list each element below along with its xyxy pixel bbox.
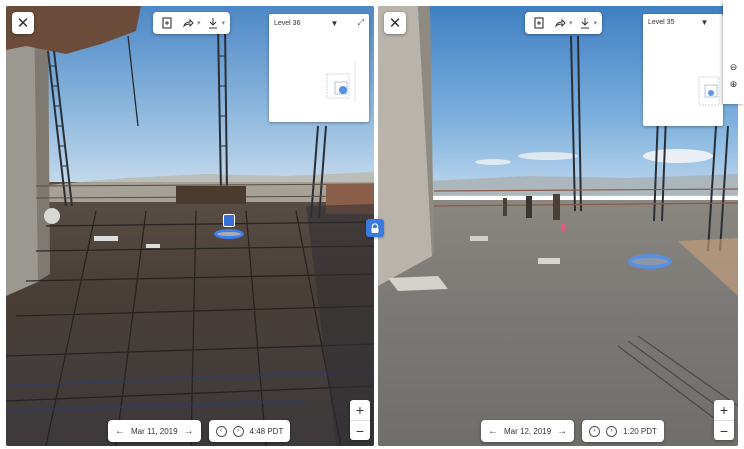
right-minimap[interactable]: Level 35 ▼ (643, 14, 723, 126)
next-capture-icon[interactable]: › (606, 425, 618, 437)
right-level-select[interactable]: Level 35 ▼ (648, 18, 708, 27)
share-icon[interactable] (179, 14, 197, 32)
right-360-view[interactable]: ✕ ▾ ▾ Level 35 ▼ + − ← Mar 12, 2019 → ‹ … (378, 6, 738, 446)
right-date-label[interactable]: Mar 12, 2019 (504, 427, 551, 436)
left-zoom-out-button[interactable]: − (350, 420, 370, 440)
download-caret-icon[interactable]: ▾ (222, 19, 226, 27)
left-zoom-in-button[interactable]: + (350, 400, 370, 420)
right-zoom-controls: + − (714, 400, 734, 440)
expand-icon[interactable]: ⤢ (358, 18, 364, 28)
left-close-button[interactable]: ✕ (12, 12, 34, 34)
right-time-label: 1:20 PDT (623, 426, 657, 436)
prev-capture-icon[interactable]: ‹ (589, 425, 601, 437)
share-caret-icon[interactable]: ▾ (197, 19, 201, 27)
new-note-icon[interactable] (158, 14, 176, 32)
left-time-label: 4:48 PDT (249, 426, 284, 436)
minimap-zoom-out-icon[interactable]: ⊖ (723, 62, 744, 73)
left-level-select[interactable]: Level 36 ▼ (274, 19, 338, 28)
left-date-picker: ← Mar 11, 2019 → (108, 420, 201, 442)
left-capture-pin-icon[interactable] (223, 214, 235, 227)
right-date-picker: ← Mar 12, 2019 → (481, 420, 575, 442)
prev-date-arrow-icon[interactable]: ← (488, 426, 498, 437)
left-floorplan (326, 62, 356, 102)
next-date-arrow-icon[interactable]: → (557, 426, 567, 437)
right-time-picker: ‹ › 1:20 PDT (582, 420, 664, 442)
left-toolbar: ▾ ▾ (153, 12, 231, 34)
chevron-down-icon: ▼ (330, 18, 339, 28)
right-toolbar: ▾ ▾ (525, 12, 603, 34)
minimap-zoom-panel: ⊖ ⊕ (723, 0, 744, 104)
download-icon[interactable] (204, 14, 222, 32)
share-icon[interactable] (551, 14, 569, 32)
right-nav-target[interactable] (628, 254, 672, 269)
prev-date-arrow-icon[interactable]: ← (115, 426, 125, 437)
download-icon[interactable] (576, 14, 594, 32)
left-time-picker: ‹ › 4:48 PDT (208, 420, 291, 442)
minimap-zoom-in-icon[interactable]: ⊕ (723, 79, 744, 90)
left-date-bar: ← Mar 11, 2019 → ‹ › 4:48 PDT (108, 420, 291, 442)
left-360-view[interactable]: ✕ ▾ ▾ Level 36 ▼ ⤢ + − ← Mar 11, 2019 → … (6, 6, 374, 446)
next-capture-icon[interactable]: › (232, 425, 244, 437)
new-note-icon[interactable] (530, 14, 548, 32)
next-date-arrow-icon[interactable]: → (184, 426, 194, 437)
left-date-label[interactable]: Mar 11, 2019 (131, 427, 178, 436)
chevron-down-icon: ▼ (700, 18, 709, 27)
right-zoom-in-button[interactable]: + (714, 400, 734, 420)
share-caret-icon[interactable]: ▾ (569, 19, 573, 27)
lock-icon (371, 222, 379, 233)
sync-lock-button[interactable] (366, 219, 384, 237)
left-zoom-controls: + − (350, 400, 370, 440)
prev-capture-icon[interactable]: ‹ (215, 425, 227, 437)
left-nav-target[interactable] (214, 229, 244, 239)
right-close-button[interactable]: ✕ (384, 12, 406, 34)
right-floorplan (698, 76, 720, 106)
right-date-bar: ← Mar 12, 2019 → ‹ › 1:20 PDT (481, 420, 664, 442)
split-viewer: ✕ ▾ ▾ Level 36 ▼ ⤢ + − ← Mar 11, 2019 → … (0, 0, 744, 449)
download-caret-icon[interactable]: ▾ (594, 19, 598, 27)
right-zoom-out-button[interactable]: − (714, 420, 734, 440)
left-minimap[interactable]: Level 36 ▼ ⤢ (269, 14, 369, 122)
